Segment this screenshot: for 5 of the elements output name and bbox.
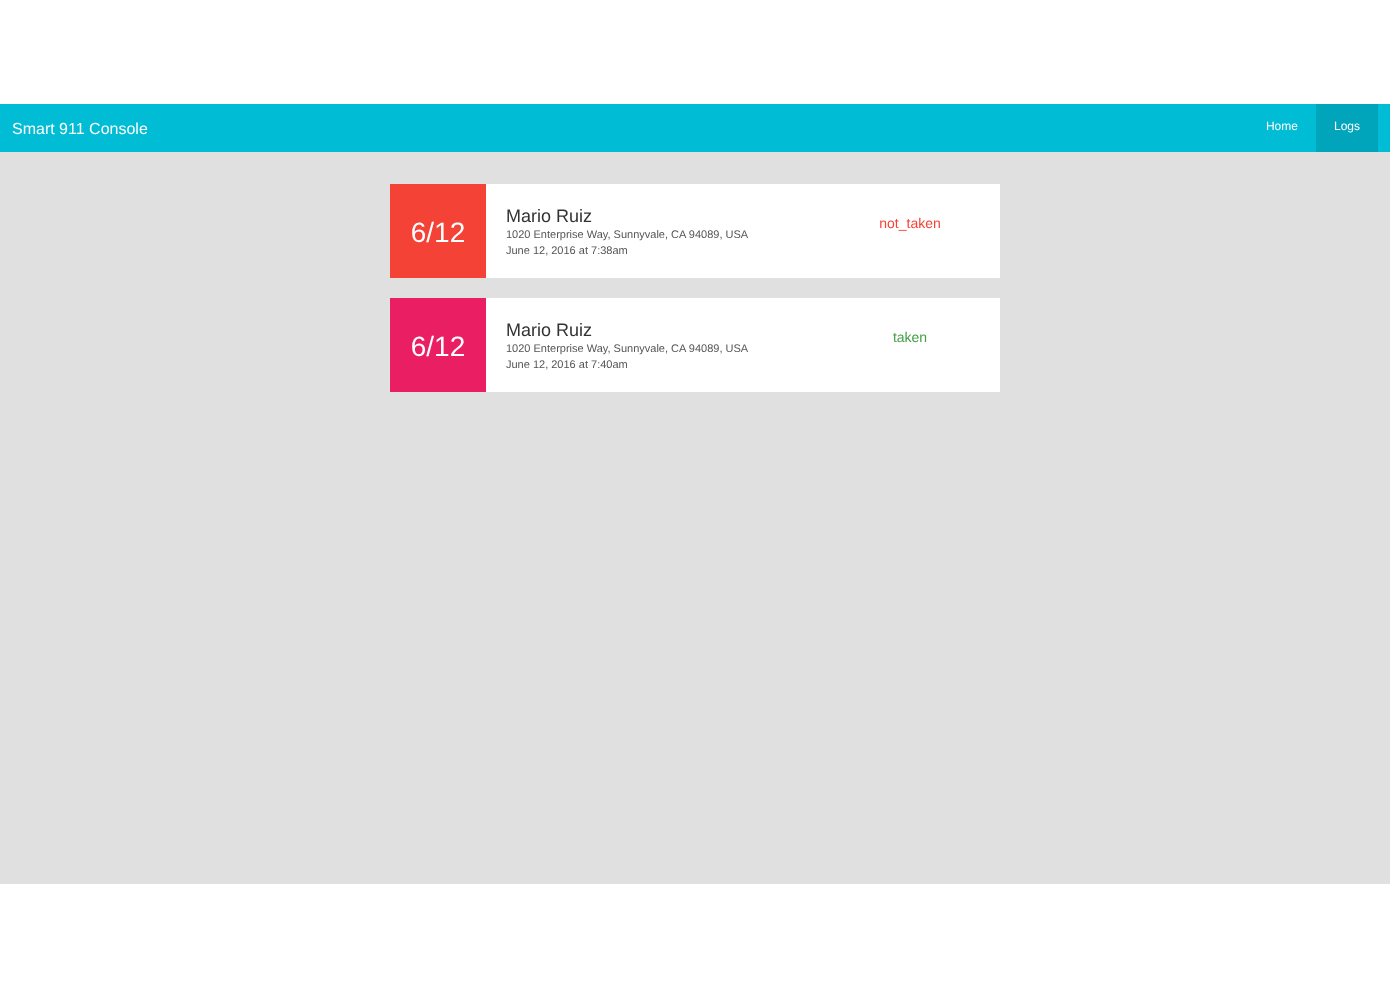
date-tile: 6/12 <box>390 298 486 392</box>
date-tile: 6/12 <box>390 184 486 278</box>
brand-title[interactable]: Smart 911 Console <box>0 119 148 137</box>
caller-name: Mario Ruiz <box>506 205 595 225</box>
caller-name: Mario Ruiz <box>506 319 595 339</box>
